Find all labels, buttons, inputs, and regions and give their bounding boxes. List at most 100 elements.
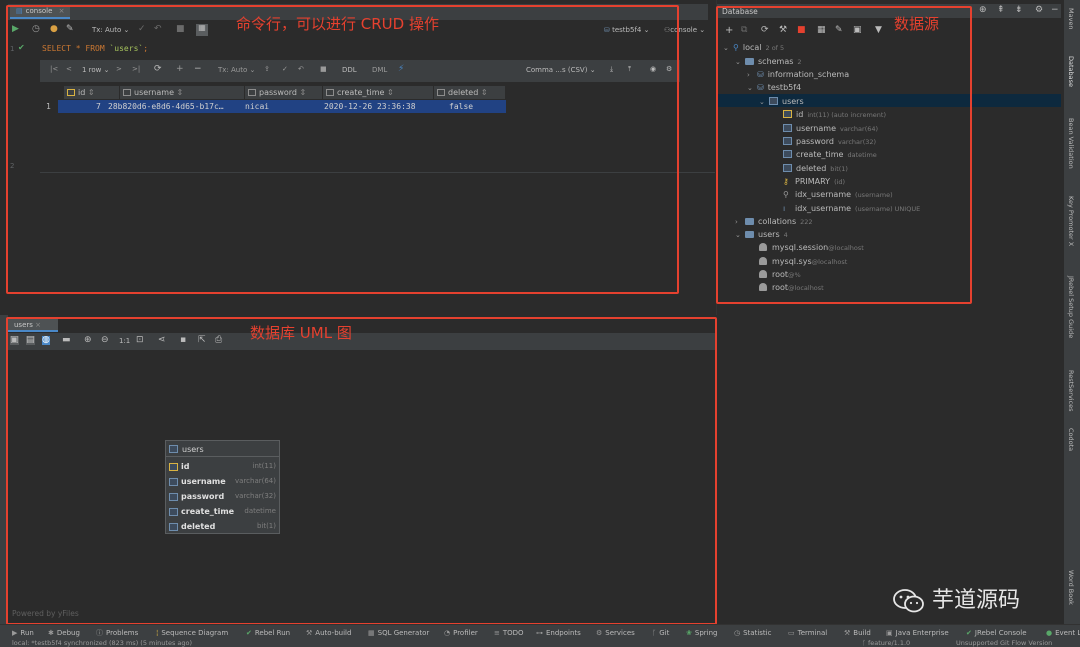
settings-wrench-icon[interactable]: ✎ [66, 25, 74, 34]
right-tab-key-promoter[interactable]: Key Promoter X [1067, 196, 1075, 246]
tool-sequence-diagram[interactable]: ¦ Sequence Diagram [156, 629, 228, 637]
tool-git[interactable]: ᚴ Git [652, 629, 669, 637]
tree-node-key[interactable]: ⚷ PRIMARY (id) [783, 177, 845, 186]
comment-icon[interactable]: ▬ [62, 336, 71, 345]
tree-node-column[interactable]: password varchar(32) [783, 137, 876, 146]
close-icon[interactable]: × [59, 8, 65, 15]
next-page-icon[interactable]: > [116, 66, 122, 73]
globe-icon[interactable]: ⊕ [979, 6, 987, 15]
tree-node-column[interactable]: deleted bit(1) [783, 164, 848, 173]
gear-icon[interactable]: ⚙ [1035, 6, 1043, 15]
delete-row-icon[interactable]: − [194, 65, 202, 74]
cell-create-time[interactable]: 2020-12-26 23:36:38 [324, 102, 416, 111]
refresh-icon[interactable]: ⟳ [761, 26, 769, 35]
filter-icon[interactable]: ▼ [875, 26, 882, 35]
datasource-selector[interactable]: ⛁ testb5f4 ⌄ [604, 26, 649, 34]
tool-sql-generator[interactable]: ▦ SQL Generator [368, 629, 429, 637]
zoom-in-icon[interactable]: ⊕ [84, 336, 92, 345]
edit-icon[interactable]: ✎ [835, 26, 843, 35]
history-icon[interactable]: ◷ [32, 25, 40, 34]
download-icon[interactable]: ⤓ [610, 66, 613, 73]
compare-icon[interactable]: ⚡ [398, 65, 404, 74]
tree-node-column[interactable]: username varchar(64) [783, 124, 878, 133]
disconnect-icon[interactable]: ■ [797, 26, 806, 35]
right-tab-jrebel-setup[interactable]: JRebel Setup Guide [1067, 276, 1075, 338]
last-page-icon[interactable]: >| [132, 66, 140, 73]
tree-node-user[interactable]: root@% [759, 270, 801, 279]
right-tab-database[interactable]: Database [1067, 56, 1075, 87]
save-icon[interactable]: ▪ [180, 336, 186, 345]
tree-node-local[interactable]: ⌄ ⚲ local 2 of 5 [723, 43, 784, 52]
close-icon[interactable]: × [35, 322, 41, 329]
export-icon[interactable]: ⇱ [198, 336, 206, 345]
tool-rebel-run[interactable]: ✔ Rebel Run [246, 629, 290, 637]
table-icon[interactable]: ▦ [817, 26, 826, 35]
cell-deleted[interactable]: false [449, 102, 473, 111]
tab-users-diagram[interactable]: users × [8, 318, 58, 332]
tree-node-index[interactable]: ı idx_username (username) UNIQUE [783, 204, 920, 213]
right-tab-maven[interactable]: Maven [1067, 8, 1075, 30]
tool-build[interactable]: ⚒ Build [844, 629, 871, 637]
commit-icon[interactable]: ✓ [138, 25, 146, 34]
tree-node-users-group[interactable]: ⌄ users 4 [735, 230, 788, 239]
column-header-deleted[interactable]: deleted ⇕ [434, 86, 506, 99]
row-count-dropdown[interactable]: 1 row ⌄ [82, 66, 110, 74]
tool-statistic[interactable]: ◷ Statistic [734, 629, 771, 637]
uml-table-node[interactable]: users id int(11) username varchar(64) pass… [165, 440, 280, 534]
zoom-out-icon[interactable]: ⊖ [101, 336, 109, 345]
tree-node-collations[interactable]: › collations 222 [735, 217, 813, 226]
git-branch[interactable]: ᚴ feature/1.1.0 [862, 639, 910, 647]
copy-icon[interactable]: ⧉ [741, 26, 747, 35]
tool-todo[interactable]: ≡ TODO [494, 629, 524, 637]
add-row-icon[interactable]: + [176, 65, 184, 74]
submit-icon[interactable]: ⇪ [264, 66, 270, 73]
tool-run[interactable]: ▶ Run [12, 629, 34, 637]
column-header-create-time[interactable]: create_time ⇕ [323, 86, 434, 99]
tree-node-information-schema[interactable]: › ⛁ information_schema [747, 70, 849, 79]
tool-profiler[interactable]: ◔ Profiler [444, 629, 478, 637]
rollback-icon[interactable]: ↶ [298, 66, 304, 73]
execute-icon[interactable]: ▶ [12, 25, 19, 34]
result-tx-mode-dropdown[interactable]: Tx: Auto ⌄ [218, 66, 255, 74]
tree-node-schemas[interactable]: ⌄ schemas 2 [735, 57, 802, 66]
right-tab-codota[interactable]: Codota [1067, 428, 1075, 451]
tx-mode-dropdown[interactable]: Tx: Auto ⌄ [92, 26, 129, 34]
show-keys-icon[interactable]: ▣ [10, 336, 19, 345]
tool-auto-build[interactable]: ⚒ Auto-build [306, 629, 351, 637]
cell-username[interactable]: 28b820d6-e8d6-4d65-b17c… [108, 102, 224, 111]
upload-icon[interactable]: ⤒ [628, 66, 631, 73]
print-icon[interactable]: ⎙ [215, 336, 222, 345]
sql-statement[interactable]: SELECT * FROM `users`; [42, 44, 148, 53]
tool-spring[interactable]: ❀ Spring [686, 629, 717, 637]
fit-content-icon[interactable]: ⊡ [136, 336, 144, 345]
ddl-button[interactable]: DDL [342, 66, 357, 74]
tree-node-index[interactable]: ⚲ idx_username (username) [783, 190, 893, 199]
column-header-id[interactable]: id ⇕ [64, 86, 120, 99]
gear-icon[interactable]: ⚙ [666, 66, 672, 73]
actual-size-button[interactable]: 1:1 [119, 337, 130, 345]
table-row[interactable]: 1 7 28b820d6-e8d6-4d65-b17c… nicai 2020-… [46, 100, 506, 113]
tool-event-log[interactable]: ● Event L [1046, 629, 1080, 637]
rollback-icon[interactable]: ↶ [154, 25, 162, 34]
right-tab-word-book[interactable]: Word Book [1067, 570, 1075, 605]
tree-node-user[interactable]: mysql.sys@localhost [759, 257, 847, 266]
tool-terminal[interactable]: ▭ Terminal [788, 629, 827, 637]
layout-icon[interactable]: ⋖ [158, 336, 166, 345]
tool-debug[interactable]: ✱ Debug [48, 629, 80, 637]
minimize-icon[interactable]: − [1051, 6, 1059, 15]
tool-services[interactable]: ⚙ Services [596, 629, 635, 637]
right-tab-bean-validation[interactable]: Bean Validation [1067, 118, 1075, 169]
output-toggle-icon[interactable]: ▦ [196, 24, 208, 36]
collapse-all-icon[interactable]: ⇟ [1015, 6, 1023, 15]
refresh-icon[interactable]: ⟳ [154, 65, 162, 74]
right-tab-restservices[interactable]: RestServices [1067, 370, 1075, 412]
cell-password[interactable]: nicai [245, 102, 269, 111]
tree-node-users-table[interactable]: ⌄ users [759, 97, 804, 106]
tree-node-user[interactable]: mysql.session@localhost [759, 243, 864, 252]
export-format-dropdown[interactable]: Comma ...s (CSV) ⌄ [526, 66, 596, 74]
session-selector[interactable]: ⚇console ⌄ [664, 26, 705, 34]
cancel-icon[interactable]: ● [50, 25, 58, 34]
tool-endpoints[interactable]: ⊶ Endpoints [536, 629, 581, 637]
tree-node-user[interactable]: root@localhost [759, 283, 824, 292]
view-icon[interactable]: ◉ [650, 66, 656, 73]
